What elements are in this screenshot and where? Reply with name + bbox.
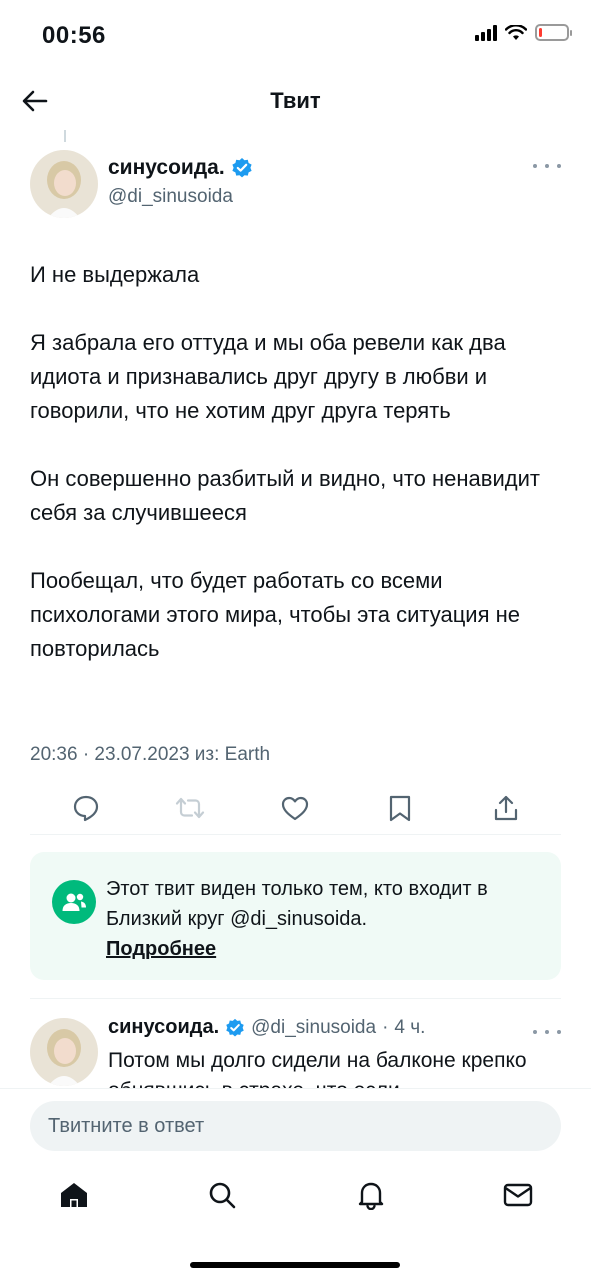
reply-icon [73, 795, 99, 822]
tab-home[interactable] [56, 1177, 92, 1213]
notifications-icon [358, 1182, 384, 1210]
share-button[interactable] [490, 792, 522, 824]
author-name[interactable]: синусоида. [108, 156, 225, 180]
circle-notice-message: Этот твит виден только тем, кто входит в… [106, 878, 488, 930]
tab-bar [0, 1177, 591, 1217]
nav-bar: Твит [0, 70, 591, 130]
circle-icon [52, 880, 96, 924]
avatar[interactable] [30, 1018, 98, 1086]
status-icons [475, 24, 572, 41]
more-options-icon[interactable] [533, 1024, 561, 1040]
wifi-icon [505, 24, 527, 40]
reply-handle[interactable]: @di_sinusoida [251, 1017, 376, 1039]
messages-icon [503, 1183, 533, 1207]
tweet-paragraph: Пообещал, что будет работать со всеми пс… [30, 568, 521, 661]
thread-line [64, 130, 66, 142]
status-bar: 00:56 [0, 0, 591, 70]
reply-author-name[interactable]: синусоида. [108, 1016, 219, 1039]
divider [30, 834, 561, 835]
tab-messages[interactable] [500, 1177, 536, 1213]
circle-notice-text: Этот твит виден только тем, кто входит в… [106, 874, 546, 964]
author-line: синусоида. [108, 156, 253, 180]
learn-more-link[interactable]: Подробнее [106, 938, 216, 960]
bookmark-button[interactable] [384, 792, 416, 824]
retweet-icon [175, 797, 205, 819]
page-title: Твит [270, 88, 321, 113]
retweet-button[interactable] [174, 792, 206, 824]
reply-tweet[interactable]: синусоида. @di_sinusoida · 4 ч. Потом мы… [30, 1012, 561, 1088]
tab-search[interactable] [204, 1177, 240, 1213]
people-icon [62, 893, 86, 911]
more-options-icon[interactable] [533, 158, 561, 174]
tweet-paragraph: Я забрала его оттуда и мы оба ревели как… [30, 330, 506, 423]
tweet-paragraph: И не выдержала [30, 262, 200, 287]
home-indicator [190, 1262, 400, 1268]
tab-notifications[interactable] [353, 1177, 389, 1213]
verified-badge-icon [232, 158, 252, 178]
reply-separator: · [382, 1016, 389, 1038]
share-icon [494, 795, 518, 821]
reply-text: Потом мы долго сидели на балконе крепко … [108, 1049, 527, 1088]
tweet-text: И не выдержала Я забрала его оттуда и мы… [30, 258, 565, 700]
bottom-panel [0, 1088, 591, 1280]
home-icon [61, 1183, 87, 1207]
circle-notice: Этот твит виден только тем, кто входит в… [30, 852, 561, 980]
tweet-timestamp: 20:36 · 23.07.2023 из: Earth [30, 744, 271, 765]
author-block: синусоида. @di_sinusoida [108, 156, 253, 208]
reply-header: синусоида. @di_sinusoida · 4 ч. [108, 1016, 425, 1039]
tweet-header: синусоида. @di_sinusoida [30, 150, 561, 220]
tweet-actions [30, 792, 561, 828]
cellular-signal-icon [475, 24, 497, 41]
reply-input[interactable] [30, 1101, 561, 1151]
verified-badge-icon [226, 1018, 244, 1037]
reply-button[interactable] [70, 792, 102, 824]
divider [30, 998, 561, 999]
tweet-paragraph: Он совершенно разбитый и видно, что нена… [30, 466, 540, 525]
reply-time: 4 ч. [394, 1016, 426, 1038]
author-handle[interactable]: @di_sinusoida [108, 186, 253, 208]
status-time: 00:56 [42, 22, 106, 49]
like-button[interactable] [279, 792, 311, 824]
battery-level [539, 28, 542, 37]
battery-icon [535, 24, 572, 41]
search-icon [209, 1182, 236, 1209]
avatar[interactable] [30, 150, 98, 218]
like-icon [281, 796, 309, 821]
bookmark-icon [389, 795, 411, 822]
